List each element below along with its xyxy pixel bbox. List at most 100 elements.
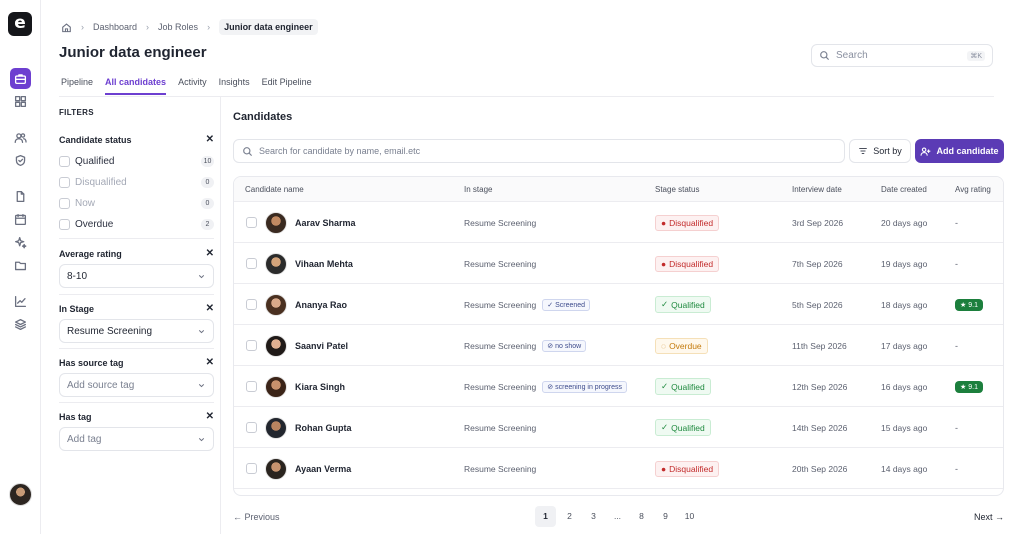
tab-insights[interactable]: Insights	[219, 77, 250, 95]
column-header[interactable]: Stage status	[655, 185, 699, 194]
checkbox[interactable]	[246, 299, 257, 310]
candidate-name[interactable]: Rohan Gupta	[295, 423, 352, 433]
chevron-right-icon: ›	[81, 22, 84, 32]
sparkle-icon[interactable]	[10, 232, 31, 253]
tab-all-candidates[interactable]: All candidates	[105, 77, 167, 95]
column-header[interactable]: Avg rating	[955, 185, 991, 194]
row-select[interactable]	[246, 407, 257, 448]
grid-icon[interactable]	[10, 91, 31, 112]
table-row[interactable]: Ananya Rao Resume Screening ✓ Screened ✓…	[234, 284, 1003, 325]
in-stage-select[interactable]: Resume Screening	[59, 319, 214, 343]
page-button[interactable]: 1	[535, 506, 556, 527]
global-search[interactable]: Search ⌘K	[811, 44, 993, 67]
checkbox[interactable]	[246, 381, 257, 392]
home-icon[interactable]	[61, 22, 72, 33]
chart-icon[interactable]	[10, 291, 31, 312]
status-option-now[interactable]: Now 0	[59, 193, 214, 214]
column-header[interactable]: Interview date	[792, 185, 842, 194]
checkbox[interactable]	[59, 219, 70, 230]
candidate-search-input[interactable]: Search for candidate by name, email.etc	[233, 139, 845, 163]
table-row[interactable]: Rohan Gupta Resume Screening ✓ Qualified …	[234, 407, 1003, 448]
checkbox[interactable]	[246, 422, 257, 433]
candidate-cell[interactable]: Aarav Sharma	[265, 202, 356, 243]
status-option-qualified[interactable]: Qualified 10	[59, 151, 214, 172]
average-rating-select[interactable]: 8-10	[59, 264, 214, 288]
left-rail: e	[0, 0, 41, 534]
stage-cell: Resume Screening	[464, 243, 536, 284]
tab-pipeline[interactable]: Pipeline	[61, 77, 93, 95]
checkbox[interactable]	[59, 198, 70, 209]
interview-date: 3rd Sep 2026	[792, 217, 844, 228]
close-icon[interactable]: ✕	[206, 303, 214, 314]
candidate-name[interactable]: Aarav Sharma	[295, 218, 356, 228]
candidate-cell[interactable]: Vihaan Mehta	[265, 243, 353, 284]
checkbox[interactable]	[59, 156, 70, 167]
candidate-name[interactable]: Kiara Singh	[295, 382, 345, 392]
checkbox[interactable]	[59, 177, 70, 188]
close-icon[interactable]: ✕	[206, 411, 214, 422]
candidate-name[interactable]: Ananya Rao	[295, 300, 347, 310]
row-select[interactable]	[246, 366, 257, 407]
next-button[interactable]: Next →	[974, 512, 1004, 522]
layers-icon[interactable]	[10, 314, 31, 335]
sort-button[interactable]: Sort by	[849, 139, 911, 163]
tag-select[interactable]: Add tag	[59, 427, 214, 451]
page-button[interactable]: 9	[655, 506, 676, 527]
previous-button[interactable]: ← Previous	[233, 512, 280, 522]
close-icon[interactable]: ✕	[206, 357, 214, 368]
interview-cell: 3rd Sep 2026	[792, 202, 843, 243]
status-option-disqualified[interactable]: Disqualified 0	[59, 172, 214, 193]
folder-icon[interactable]	[10, 255, 31, 276]
candidate-name[interactable]: Vihaan Mehta	[295, 259, 353, 269]
calendar-icon[interactable]	[10, 209, 31, 230]
tab-edit-pipeline[interactable]: Edit Pipeline	[262, 77, 312, 95]
status-cell: ● Disqualified	[655, 243, 720, 284]
table-row[interactable]: Vihaan Mehta Resume Screening ● Disqualif…	[234, 243, 1003, 284]
page-button[interactable]: 8	[631, 506, 652, 527]
column-header[interactable]: Candidate name	[245, 185, 304, 194]
add-candidate-button[interactable]: Add candidate	[915, 139, 1004, 163]
candidate-cell[interactable]: Ayaan Verma	[265, 448, 351, 489]
column-header[interactable]: In stage	[464, 185, 492, 194]
checkbox[interactable]	[246, 340, 257, 351]
row-select[interactable]	[246, 448, 257, 489]
candidate-cell[interactable]: Saanvi Patel	[265, 325, 348, 366]
checkbox[interactable]	[246, 258, 257, 269]
table-row[interactable]: Aarav Sharma Resume Screening ● Disqualif…	[234, 202, 1003, 243]
table-row[interactable]: Ayaan Verma Resume Screening ● Disqualifi…	[234, 448, 1003, 489]
user-avatar[interactable]	[9, 483, 32, 506]
candidate-cell[interactable]: Kiara Singh	[265, 366, 345, 407]
status-option-overdue[interactable]: Overdue 2	[59, 214, 214, 235]
close-icon[interactable]: ✕	[206, 248, 214, 259]
tabs-divider	[59, 96, 994, 97]
row-select[interactable]	[246, 243, 257, 284]
close-icon[interactable]: ✕	[206, 134, 214, 145]
file-icon[interactable]	[10, 186, 31, 207]
row-select[interactable]	[246, 325, 257, 366]
breadcrumb-dashboard[interactable]: Dashboard	[93, 22, 137, 32]
table-row[interactable]: Saanvi Patel Resume Screening ⊘ no show …	[234, 325, 1003, 366]
candidate-cell[interactable]: Rohan Gupta	[265, 407, 352, 448]
shield-icon[interactable]	[10, 150, 31, 171]
briefcase-icon[interactable]	[10, 68, 31, 89]
row-select[interactable]	[246, 202, 257, 243]
checkbox[interactable]	[246, 463, 257, 474]
breadcrumb-job-roles[interactable]: Job Roles	[158, 22, 198, 32]
rating-badge: ★ 9.1	[955, 380, 983, 393]
source-tag-select[interactable]: Add source tag	[59, 373, 214, 397]
app-logo[interactable]: e	[8, 12, 32, 36]
table-row[interactable]: Kiara Singh Resume Screening ⊘ screening…	[234, 366, 1003, 407]
page-button[interactable]: 2	[559, 506, 580, 527]
tag-filter: Has tag ✕ Add tag	[59, 411, 214, 451]
candidate-name[interactable]: Saanvi Patel	[295, 341, 348, 351]
column-header[interactable]: Date created	[881, 185, 927, 194]
page-button[interactable]: 10	[679, 506, 700, 527]
users-icon[interactable]	[10, 127, 31, 148]
rating-cell: -	[955, 448, 958, 489]
candidate-name[interactable]: Ayaan Verma	[295, 464, 351, 474]
tab-activity[interactable]: Activity	[178, 77, 207, 95]
page-button[interactable]: 3	[583, 506, 604, 527]
row-select[interactable]	[246, 284, 257, 325]
candidate-cell[interactable]: Ananya Rao	[265, 284, 347, 325]
checkbox[interactable]	[246, 217, 257, 228]
